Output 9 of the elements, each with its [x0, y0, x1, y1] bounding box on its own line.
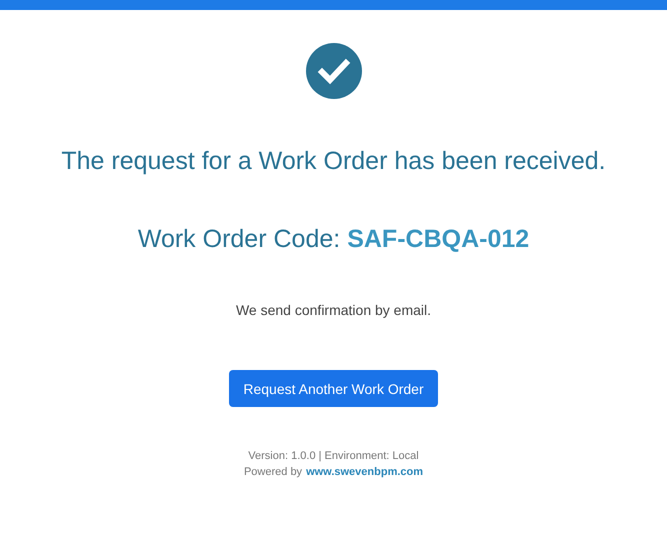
check-circle-icon: [306, 43, 362, 99]
code-value: SAF-CBQA-012: [347, 224, 530, 254]
request-another-button[interactable]: Request Another Work Order: [229, 370, 438, 407]
confirmation-headline: The request for a Work Order has been received.: [61, 146, 606, 176]
powered-by-text: Powered by: [244, 466, 302, 478]
confirmation-message: We send confirmation by email.: [236, 302, 432, 318]
version-text: Version: 1.0.0 | Environment: Local: [248, 450, 419, 462]
code-label: Work Order Code:: [138, 224, 340, 254]
website-link[interactable]: www.swevenbpm.com: [306, 466, 424, 478]
